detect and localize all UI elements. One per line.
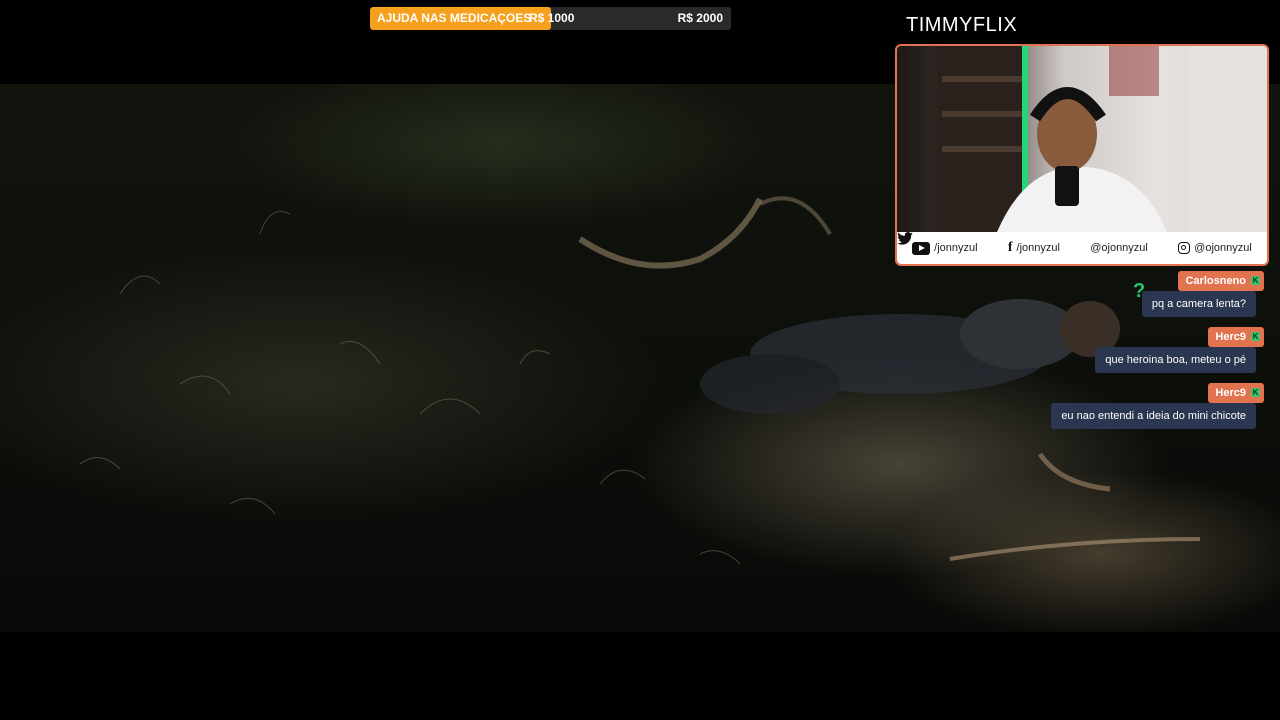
webcam-overlay: /jonnyzul f /jonnyzul @ojonnyzul @ojonny… [895,44,1269,266]
badge-icon: K [1251,276,1260,285]
webcam-feed [937,46,1267,232]
donation-goal-bar: AJUDA NAS MEDICAÇOES R$ 1000 R$ 2000 [370,7,731,30]
social-instagram[interactable]: @ojonnyzul [1178,242,1252,254]
twitter-handle: @ojonnyzul [1090,242,1148,254]
chat-text: pq a camera lenta? [1141,291,1256,317]
facebook-icon: f [1007,240,1013,255]
social-facebook[interactable]: f /jonnyzul [1008,240,1060,256]
goal-title: AJUDA NAS MEDICAÇOES [377,11,532,25]
channel-title: TIMMYFLIX [906,14,1018,36]
twitter-icon [897,232,913,245]
youtube-handle: /jonnyzul [934,242,978,254]
social-youtube[interactable]: /jonnyzul [912,241,978,255]
facebook-handle: /jonnyzul [1016,242,1060,254]
instagram-handle: @ojonnyzul [1194,242,1252,254]
chat-username: Herc9 K [1208,327,1264,347]
social-twitter[interactable]: @ojonnyzul [897,232,1148,254]
chat-text: que heroina boa, meteu o pé [1095,347,1256,373]
badge-icon: K [1251,388,1260,397]
social-links-bar: /jonnyzul f /jonnyzul @ojonnyzul @ojonny… [897,232,1267,264]
goal-target-amount: R$ 2000 [677,11,723,25]
youtube-icon [912,241,931,255]
chat-username: Carlosneno K [1178,271,1264,291]
chat-text: eu nao entendi a ideia do mini chicote [1051,403,1256,429]
goal-current-amount: R$ 1000 [529,11,575,25]
chat-username: Herc9 K [1208,383,1264,403]
badge-icon: K [1251,332,1260,341]
instagram-icon [1178,242,1191,254]
